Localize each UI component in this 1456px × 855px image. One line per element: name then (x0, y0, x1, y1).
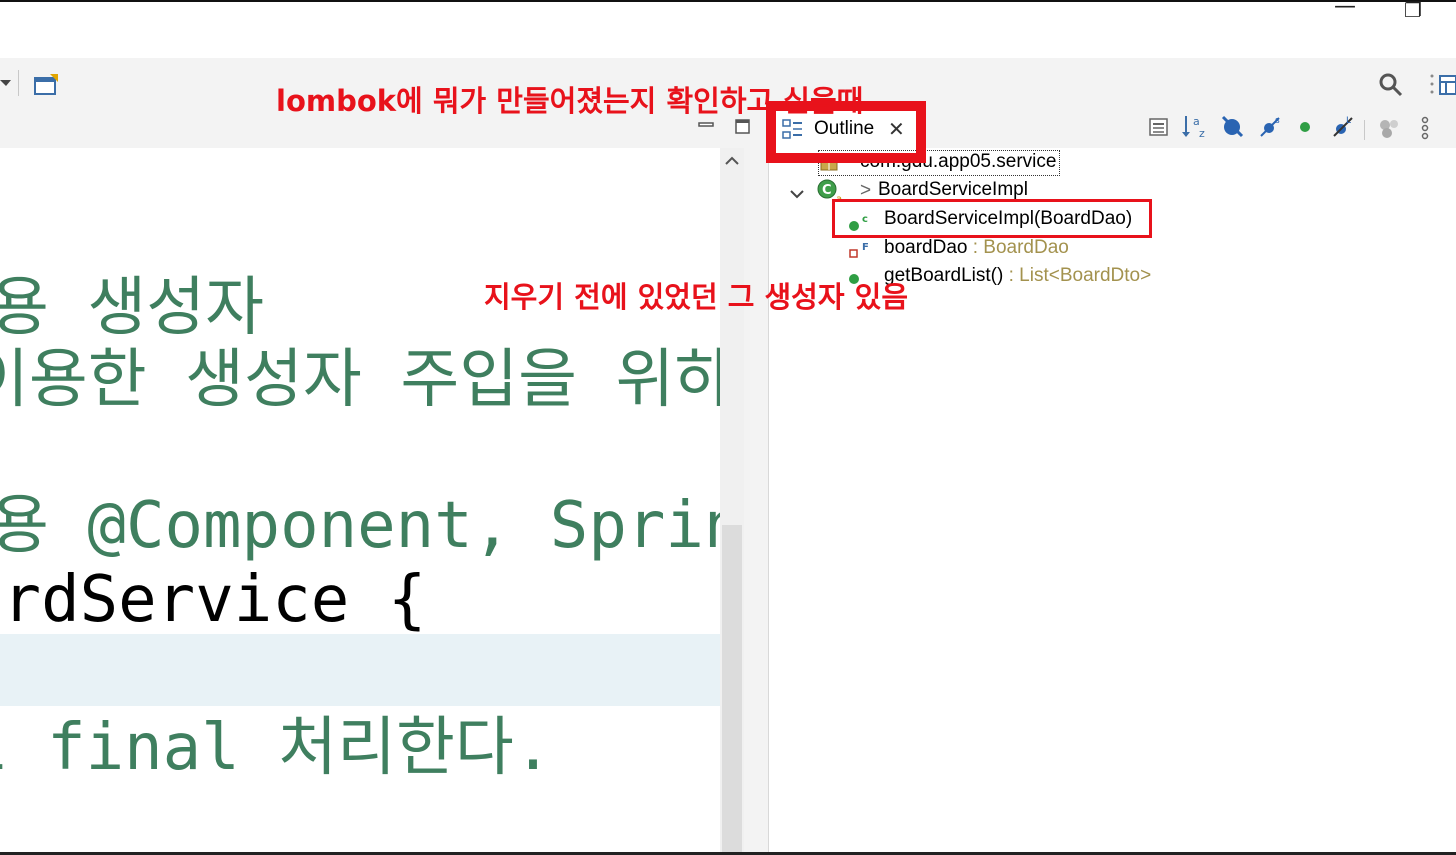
code-line: 용 생성자 (0, 271, 265, 345)
member-marker: F (862, 242, 869, 253)
current-line-highlight (0, 634, 720, 706)
svg-text:z: z (1199, 127, 1205, 140)
code-line: 이용한 생성자 주입을 위하 (0, 343, 720, 417)
hide-static-icon[interactable]: s (1258, 114, 1284, 145)
collapse-all-icon[interactable] (1148, 116, 1170, 143)
perspective-icon[interactable] (1430, 72, 1456, 103)
member-label-method[interactable]: getBoardList() : List<BoardDto> (884, 265, 1151, 287)
sort-alphabetically-icon[interactable]: az (1182, 114, 1210, 145)
scrollbar-thumb[interactable] (722, 525, 742, 853)
hide-non-public-icon[interactable] (1298, 119, 1314, 140)
member-type: : List<BoardDto> (1008, 265, 1152, 286)
annotation-text-middle: 지우기 전에 있었던 그 생성자 있음 (484, 280, 909, 314)
view-sash[interactable] (744, 148, 769, 853)
expand-chevron-icon[interactable] (790, 186, 804, 204)
toolbar-separator (18, 70, 19, 96)
code-line: ardService { (0, 563, 427, 637)
focus-active-task-icon[interactable] (1378, 116, 1404, 145)
code-line: l final 처리한다. (0, 711, 553, 785)
new-window-icon[interactable] (34, 74, 60, 101)
scroll-up-arrow-icon[interactable] (724, 154, 740, 172)
search-icon[interactable] (1378, 72, 1404, 103)
class-label[interactable]: BoardServiceImpl (878, 179, 1028, 201)
svg-text:s: s (1275, 116, 1280, 126)
code-editor[interactable]: 용 생성자 이용한 생성자 주입을 위하 용 @Component, Sprin… (0, 148, 720, 853)
annotation-text-top: lombok에 뭐가 만들어졌는지 확인하고 싶을때 (276, 84, 864, 118)
svg-text:C: C (822, 183, 832, 198)
restore-button[interactable]: ❐ (1404, 0, 1422, 22)
private-field-icon: F (848, 242, 872, 265)
member-label-field[interactable]: boardDao : BoardDao (884, 237, 1069, 259)
hide-local-types-icon[interactable]: L (1330, 114, 1356, 145)
hide-fields-icon[interactable] (1220, 114, 1246, 145)
chevron-down-icon[interactable] (0, 76, 12, 94)
minimize-button[interactable]: — (1334, 0, 1356, 19)
member-type: : BoardDao (972, 237, 1069, 258)
code-line: 용 @Component, Spring Co (0, 489, 720, 563)
toolbar-separator (1364, 120, 1365, 140)
outline-tree: com.gdu.app05.service Ca > BoardServiceI… (776, 148, 1456, 853)
maximize-view-icon[interactable] (734, 118, 752, 141)
view-menu-icon[interactable] (1420, 116, 1430, 147)
member-name: boardDao (884, 237, 968, 258)
annotation-highlight-constructor (832, 199, 1152, 238)
title-bar: — ❐ (0, 0, 1456, 58)
minimize-view-icon[interactable] (698, 118, 716, 137)
svg-text:L: L (1346, 116, 1351, 126)
